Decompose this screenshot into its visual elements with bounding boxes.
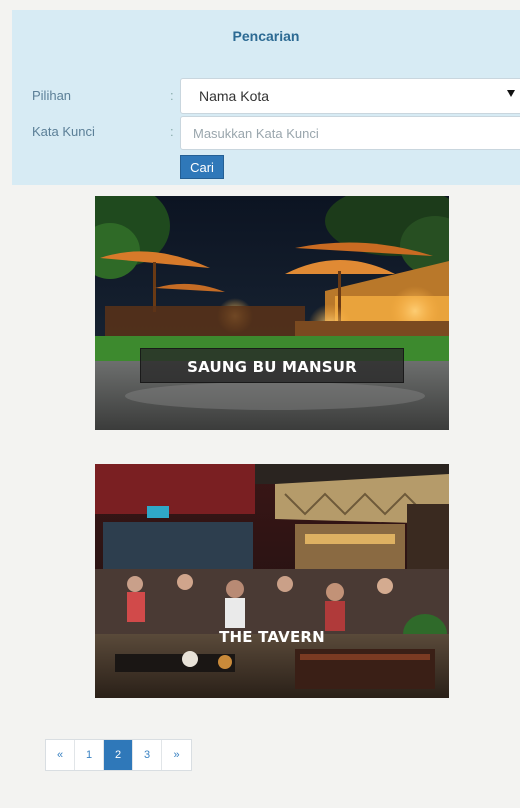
search-panel: Pencarian Pilihan : Nama Kota Kata Kunci… — [12, 10, 520, 185]
result-title[interactable]: THE TAVERN — [95, 628, 449, 646]
pagination: « 1 2 3 » — [45, 739, 192, 771]
restaurant-photo-indoor — [95, 464, 449, 698]
result-title[interactable]: SAUNG BU MANSUR — [95, 358, 449, 376]
keyword-input[interactable] — [180, 116, 520, 150]
restaurant-photo-outdoor — [95, 196, 449, 430]
option-select-value: Nama Kota — [199, 88, 270, 104]
option-colon: : — [170, 88, 174, 103]
pagination-prev[interactable]: « — [46, 740, 75, 770]
search-button[interactable]: Cari — [180, 155, 224, 179]
keyword-label: Kata Kunci — [32, 124, 95, 139]
pagination-next[interactable]: » — [162, 740, 191, 770]
keyword-colon: : — [170, 124, 174, 139]
option-label: Pilihan — [32, 88, 72, 103]
search-panel-title: Pencarian — [232, 28, 300, 44]
pagination-page-3[interactable]: 3 — [133, 740, 162, 770]
result-card-the-tavern[interactable]: THE TAVERN — [95, 464, 449, 698]
chevron-down-icon — [507, 90, 515, 97]
result-card-saung-bu-mansur[interactable]: SAUNG BU MANSUR — [95, 196, 449, 430]
pagination-page-2-active[interactable]: 2 — [104, 740, 133, 770]
pagination-page-1[interactable]: 1 — [75, 740, 104, 770]
option-select[interactable]: Nama Kota — [180, 78, 520, 114]
